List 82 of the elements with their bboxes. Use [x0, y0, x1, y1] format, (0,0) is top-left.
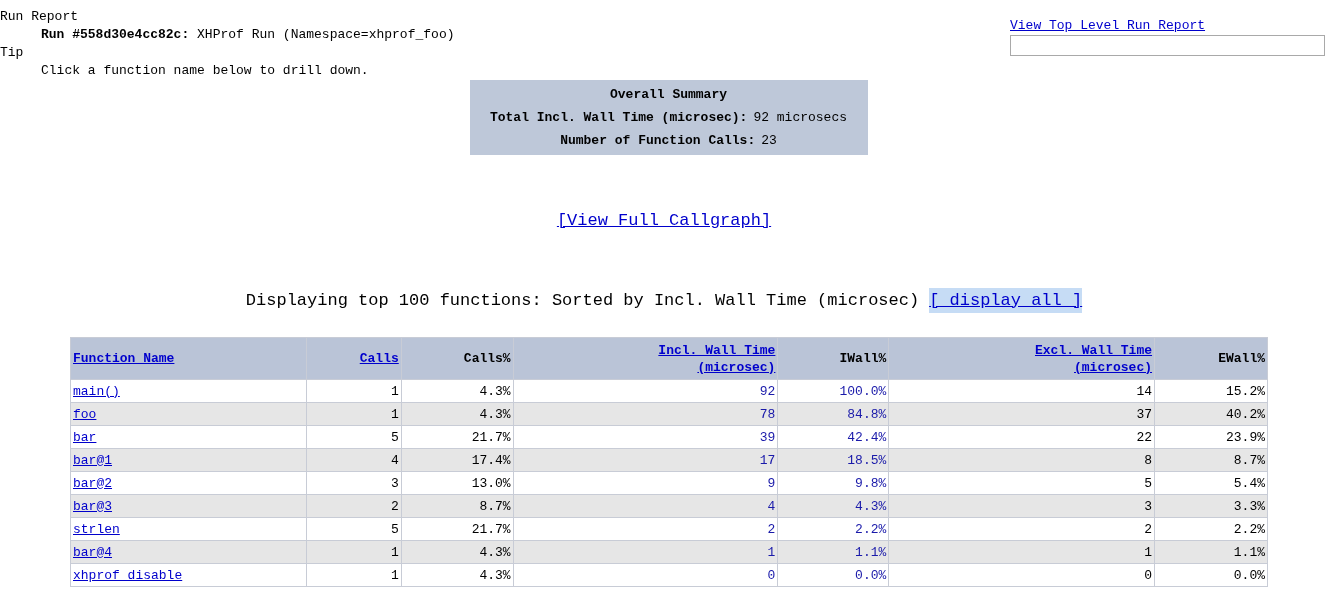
table-cell-value: 0	[767, 567, 776, 583]
table-cell-value: 4	[767, 498, 776, 514]
table-cell-value: 2	[767, 521, 776, 537]
column-header: EWall%	[1218, 351, 1265, 366]
table-cell-value: 18.5%	[847, 452, 887, 468]
function-link[interactable]: strlen	[73, 521, 120, 537]
search-field[interactable]	[1010, 35, 1325, 56]
table-cell-value: 1	[390, 544, 399, 560]
table-cell-value: 4.3%	[855, 498, 887, 514]
display-all-link[interactable]: [ display all ]	[929, 287, 1083, 313]
run-label: Run #558d30e4cc82c:	[41, 27, 190, 42]
table-cell-value: 0	[1144, 567, 1153, 583]
table-cell-value: 1	[390, 383, 399, 399]
table-cell-value: 1	[390, 567, 399, 583]
function-link[interactable]: main()	[73, 383, 120, 399]
tip-title: Tip	[0, 44, 24, 62]
table-cell-value: 4.3%	[479, 383, 511, 399]
table-cell-value: 2.2%	[855, 521, 887, 537]
top-level-report-link[interactable]: View Top Level Run Report	[1010, 17, 1325, 35]
table-cell-value: 78	[759, 406, 776, 422]
table-cell-value: 42.4%	[847, 429, 887, 445]
table-cell-value: 14	[1136, 383, 1153, 399]
function-link[interactable]: bar	[73, 429, 97, 445]
table-cell-value: 4.3%	[479, 567, 511, 583]
table-cell-value: 2	[1144, 521, 1153, 537]
summary-label: Total Incl. Wall Time (microsec):	[489, 109, 748, 127]
column-header: IWall%	[839, 351, 887, 366]
function-link[interactable]: bar@1	[73, 452, 112, 468]
table-cell-value: 8	[1144, 452, 1153, 468]
table-cell-value: 9.8%	[855, 475, 887, 491]
table-cell-value: 5	[390, 521, 399, 537]
table-cell-value: 13.0%	[471, 475, 511, 491]
function-link[interactable]: bar@2	[73, 475, 112, 491]
table-cell-value: 2.2%	[1233, 521, 1265, 537]
table-cell-value: 1.1%	[855, 544, 887, 560]
table-cell-value: 100.0%	[839, 383, 887, 399]
function-link[interactable]: foo	[73, 406, 97, 422]
table-cell-value: 3	[1144, 498, 1153, 514]
function-link[interactable]: bar@4	[73, 544, 112, 560]
table-cell-value: 39	[759, 429, 776, 445]
table-cell-value: 84.8%	[847, 406, 887, 422]
tip-text: Click a function name below to drill down.	[40, 62, 369, 80]
function-link[interactable]: bar@3	[73, 498, 112, 514]
table-cell-value: 4.3%	[479, 544, 511, 560]
table-cell-value: 3.3%	[1233, 498, 1265, 514]
report-title: Run Report	[0, 8, 78, 26]
table-cell-value: 9	[767, 475, 776, 491]
table-cell-value: 17	[759, 452, 776, 468]
table-cell-value: 2	[390, 498, 399, 514]
column-sort-link[interactable]: Calls	[359, 350, 399, 367]
summary-value: 23	[761, 132, 777, 150]
table-cell-value: 3	[390, 475, 399, 491]
table-cell-value: 5	[390, 429, 399, 445]
table-cell-value: 17.4%	[471, 452, 511, 468]
table-cell-value: 21.7%	[471, 521, 511, 537]
table-cell-value: 22	[1136, 429, 1153, 445]
table-cell-value: 1.1%	[1233, 544, 1265, 560]
table-cell-value: 21.7%	[471, 429, 511, 445]
display-caption: Displaying top 100 functions: Sorted by Incl. Wall Time (microsec)	[245, 289, 920, 312]
table-cell-value: 37	[1136, 406, 1153, 422]
table-cell-value: 8.7%	[1233, 452, 1265, 468]
table-cell-value: 1	[1144, 544, 1153, 560]
table-cell-value: 4	[390, 452, 399, 468]
column-sort-link[interactable]: Function Name	[73, 350, 175, 367]
table-cell-value: 0.0%	[855, 567, 887, 583]
table-cell-value: 1	[390, 406, 399, 422]
table-cell-value: 0.0%	[1233, 567, 1265, 583]
summary-title: Overall Summary	[610, 86, 727, 104]
table-cell-value: 15.2%	[1226, 383, 1265, 399]
run-description: XHProf Run (Namespace=xhprof_foo)	[196, 27, 455, 42]
table-cell-value: 5	[1144, 475, 1153, 491]
summary-label: Number of Function Calls:	[560, 132, 756, 150]
table-cell-value: 8.7%	[479, 498, 511, 514]
callgraph-link[interactable]: [View Full Callgraph]	[556, 208, 772, 234]
table-cell-value: 4.3%	[479, 406, 511, 422]
table-cell-value: 23.9%	[1226, 429, 1265, 445]
table-cell-value: 1	[767, 544, 776, 560]
table-cell-value: 5.4%	[1233, 475, 1265, 491]
column-header: Calls%	[463, 351, 511, 366]
summary-value: 92 microsecs	[753, 109, 848, 127]
table-cell-value: 40.2%	[1226, 406, 1265, 422]
table-cell-value: 92	[759, 383, 776, 399]
